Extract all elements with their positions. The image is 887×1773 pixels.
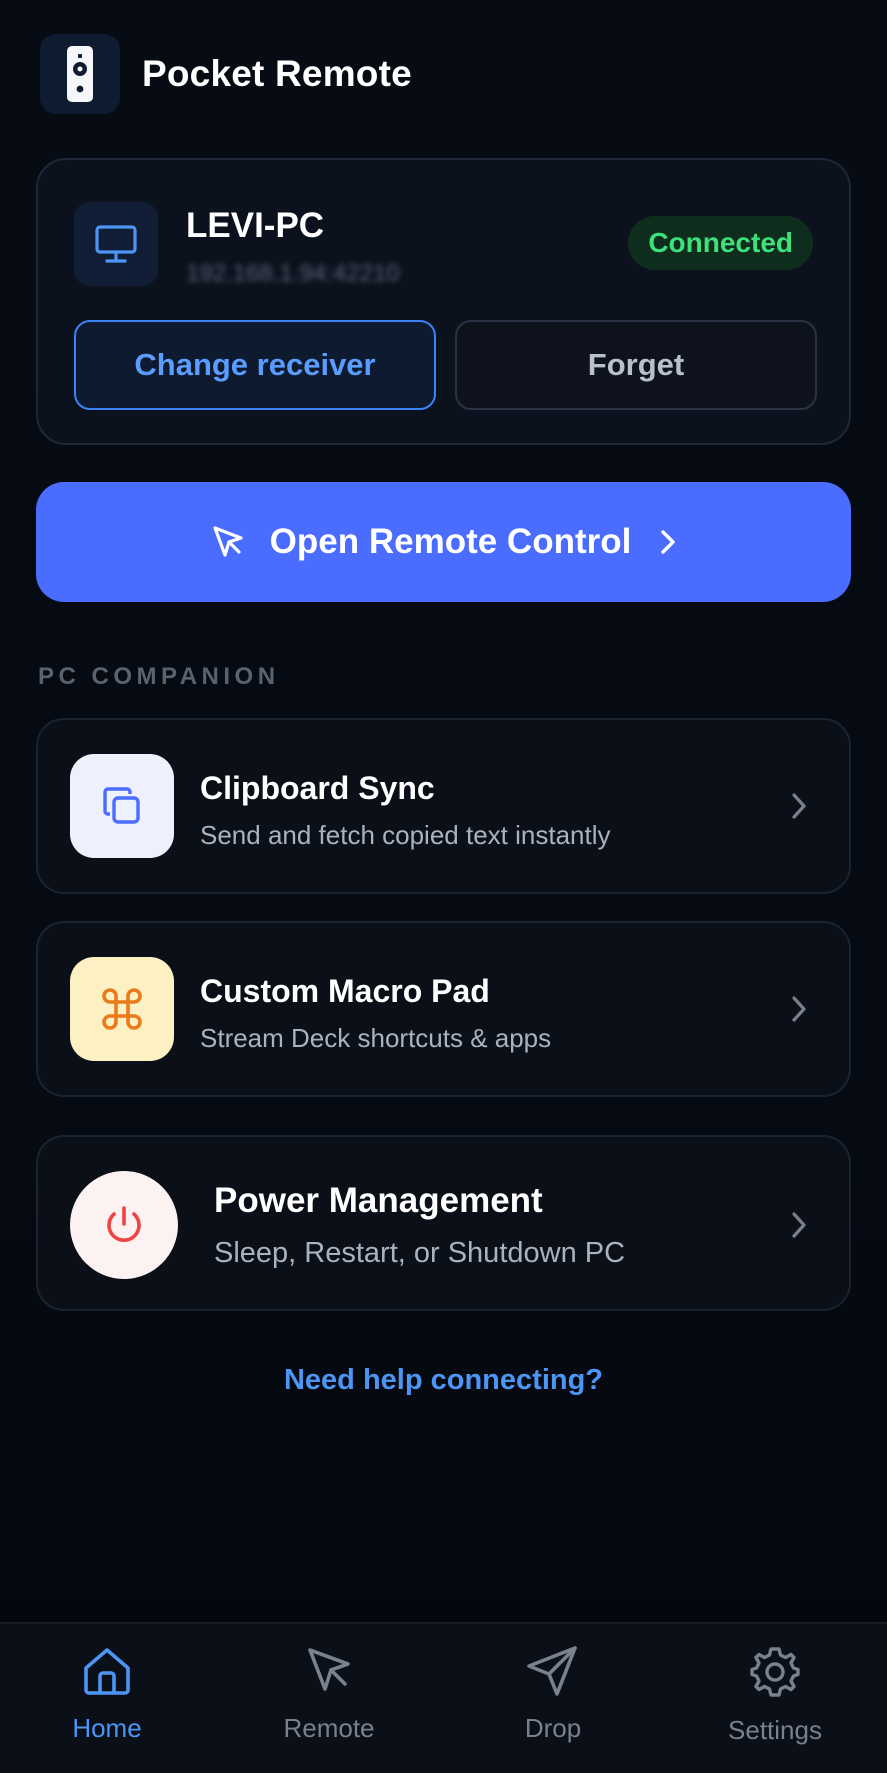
nav-drop[interactable]: Drop: [473, 1644, 633, 1744]
nav-settings[interactable]: Settings: [695, 1644, 855, 1746]
app-title: Pocket Remote: [142, 53, 412, 94]
power-icon: [70, 1171, 178, 1279]
feature-subtitle: Send and fetch copied text instantly: [200, 820, 611, 850]
nav-label: Home: [72, 1713, 142, 1743]
chevron-right-icon: [789, 993, 809, 1025]
connection-status-badge: Connected: [628, 216, 813, 270]
nav-label: Settings: [728, 1715, 822, 1745]
receiver-name: LEVI-PC: [186, 206, 325, 245]
app-screen: Pocket Remote LEVI-PC 192.168.1.94:42210…: [0, 0, 887, 1773]
nav-home[interactable]: Home: [27, 1644, 187, 1744]
feature-title: Custom Macro Pad: [200, 973, 490, 1009]
receiver-card: LEVI-PC 192.168.1.94:42210 Connected Cha…: [36, 158, 851, 445]
chevron-right-icon: [789, 1209, 809, 1241]
chevron-right-icon: [789, 790, 809, 822]
clipboard-sync-card[interactable]: Clipboard Sync Send and fetch copied tex…: [36, 718, 851, 894]
receiver-address: 192.168.1.94:42210: [186, 260, 400, 287]
forget-button[interactable]: Forget: [455, 320, 817, 410]
gear-icon: [747, 1644, 803, 1705]
command-icon: [70, 957, 174, 1061]
send-icon: [525, 1644, 581, 1703]
open-remote-control-button[interactable]: Open Remote Control: [36, 482, 851, 602]
nav-label: Drop: [524, 1713, 582, 1743]
home-icon: [80, 1644, 134, 1703]
remote-control-icon: [40, 34, 120, 114]
cursor-icon: [302, 1644, 356, 1703]
copy-icon: [70, 754, 174, 858]
feature-subtitle: Sleep, Restart, or Shutdown PC: [214, 1237, 626, 1269]
nav-label: Remote: [283, 1713, 375, 1743]
monitor-icon: [74, 202, 158, 286]
help-link[interactable]: Need help connecting?: [0, 1364, 887, 1397]
open-remote-control-label: Open Remote Control: [269, 522, 632, 561]
macro-pad-card[interactable]: Custom Macro Pad Stream Deck shortcuts &…: [36, 921, 851, 1097]
section-label: PC COMPANION: [38, 663, 280, 690]
power-management-card[interactable]: Power Management Sleep, Restart, or Shut…: [36, 1135, 851, 1311]
feature-subtitle: Stream Deck shortcuts & apps: [200, 1023, 552, 1053]
bottom-nav: Home Remote Drop Settings: [0, 1622, 887, 1773]
feature-title: Power Management: [214, 1181, 543, 1220]
app-header: Pocket Remote: [40, 34, 412, 114]
nav-remote[interactable]: Remote: [249, 1644, 409, 1744]
cursor-icon: [210, 524, 246, 560]
feature-title: Clipboard Sync: [200, 770, 435, 806]
change-receiver-button[interactable]: Change receiver: [74, 320, 436, 410]
chevron-right-icon: [659, 527, 677, 557]
